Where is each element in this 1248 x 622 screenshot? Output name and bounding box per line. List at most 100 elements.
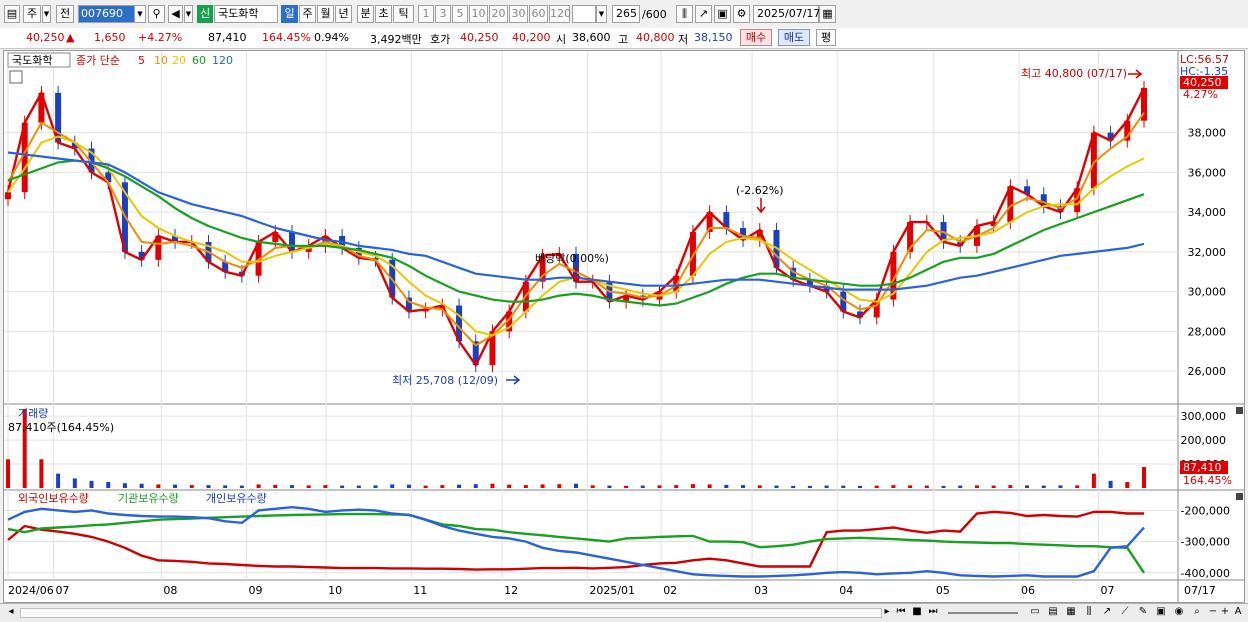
grid-icon[interactable]: ▦ — [1064, 605, 1078, 619]
x-axis-label: 07 — [1101, 584, 1115, 597]
scroll-left-icon[interactable]: ◂ — [4, 605, 18, 619]
minute-button-20[interactable]: 20 — [489, 5, 508, 23]
minute-button-3[interactable]: 3 — [435, 5, 451, 23]
date-input[interactable]: 2025/07/17 — [753, 5, 820, 23]
minute-button-120[interactable]: 120 — [549, 5, 571, 23]
tile-icon[interactable]: ▭ — [1028, 605, 1042, 619]
bar-count-input[interactable]: 265 — [612, 5, 640, 23]
plus-icon[interactable]: + — [1218, 605, 1232, 619]
volume-bar — [1091, 473, 1096, 488]
volume-bar — [507, 484, 512, 488]
minute-button-30[interactable]: 30 — [509, 5, 528, 23]
buy-button[interactable]: 매수 — [740, 29, 772, 46]
zoom-slider[interactable] — [948, 612, 1018, 614]
search-icon[interactable]: ⚲ — [148, 5, 165, 23]
last-page-icon[interactable]: ⏭ — [926, 605, 940, 619]
volume-bar — [290, 485, 294, 488]
panel-settings-icon[interactable] — [9, 70, 23, 84]
close-icon[interactable] — [1236, 407, 1243, 414]
volume-bar — [189, 485, 194, 488]
evaluate-button[interactable]: 평 — [816, 29, 836, 46]
ma-label: 종가 단순 — [76, 54, 120, 67]
period-type-select[interactable]: 주 — [23, 5, 41, 23]
volume-bar — [707, 484, 712, 488]
period-button-tick[interactable]: 틱 — [393, 5, 414, 23]
period-button-month[interactable]: 월 — [317, 5, 334, 23]
period-button-year[interactable]: 년 — [335, 5, 352, 23]
first-page-icon[interactable]: ⏮ — [894, 605, 908, 619]
volume-bar — [1041, 485, 1046, 488]
minute-button-1[interactable]: 1 — [418, 5, 434, 23]
volume-bar — [1108, 480, 1113, 488]
volume-bar — [908, 485, 913, 488]
save-icon[interactable]: ▣ — [1154, 605, 1168, 619]
candle-type-icon[interactable]: ⫼ — [676, 5, 693, 23]
period-button-day[interactable]: 일 — [281, 5, 298, 23]
volume-bar — [891, 485, 896, 488]
bar-total-label: /600 — [642, 8, 667, 21]
chevron-down-icon[interactable]: ▼ — [42, 5, 51, 23]
indicator-icon[interactable]: ↗ — [695, 5, 712, 23]
minute-button-10[interactable]: 10 — [469, 5, 488, 23]
volume-last-pct: 164.45% — [1183, 474, 1232, 487]
chevron-down-icon[interactable]: ▼ — [134, 5, 146, 23]
camera-icon[interactable]: ◉ — [1172, 605, 1186, 619]
volume-bar — [540, 484, 545, 488]
brush-icon[interactable]: ✎ — [1136, 605, 1150, 619]
volume-bar — [858, 485, 862, 488]
trend-icon[interactable]: ↗ — [1100, 605, 1114, 619]
volume-bar — [340, 485, 345, 488]
period-button-week[interactable]: 주 — [299, 5, 316, 23]
trade-amount: 3,492백만 — [370, 33, 422, 46]
period-button-minute[interactable]: 분 — [357, 5, 374, 23]
volume-bar — [173, 484, 178, 488]
volume-bar — [122, 483, 127, 488]
dividend-annotation: 배당락(0.00%) — [535, 252, 609, 265]
scroll-right-icon[interactable]: ▸ — [880, 605, 894, 619]
chevron-down-icon[interactable]: ▼ — [596, 5, 607, 23]
ma-period-10: 10 — [154, 54, 168, 67]
volume-bar — [106, 482, 111, 488]
price-y-tick: 26,000 — [1188, 365, 1227, 378]
prev-button[interactable]: 전 — [56, 5, 74, 23]
chart-icon[interactable]: ⫼ — [1082, 605, 1096, 619]
horizontal-scrollbar[interactable] — [20, 608, 882, 618]
volume-bar — [1058, 485, 1063, 488]
speaker-icon[interactable]: ◀ — [168, 5, 183, 23]
window-menu-icon[interactable]: ▤ — [4, 5, 20, 23]
volume-bar — [1125, 482, 1130, 488]
font-icon[interactable]: A — [1231, 605, 1245, 619]
chart-canvas[interactable]: 38,000 36,000 34,000 32,000 30,000 28,000 26,0… — [4, 51, 1244, 602]
price-change-pct: +4.27% — [138, 31, 183, 44]
stop-icon[interactable]: ■ — [910, 605, 924, 619]
last-pct-tag: 4.27% — [1183, 88, 1218, 101]
volume-bar — [39, 459, 44, 488]
gear-icon[interactable]: ⚙ — [733, 5, 750, 23]
layout-icon[interactable]: ▤ — [1046, 605, 1060, 619]
zoom-in-icon[interactable]: ⌕ — [1190, 605, 1204, 619]
volume-bar — [657, 485, 662, 488]
ma-period-120: 120 — [212, 54, 233, 67]
volume-ratio: 164.45% — [262, 31, 311, 44]
volume-bar — [523, 485, 528, 488]
draw-icon[interactable]: ⟋ — [1118, 605, 1132, 619]
period-button-second[interactable]: 초 — [375, 5, 392, 23]
custom-interval-field[interactable] — [572, 5, 596, 23]
chart-area[interactable]: 38,000 36,000 34,000 32,000 30,000 28,000 26,0… — [3, 50, 1245, 603]
minute-button-5[interactable]: 5 — [452, 5, 468, 23]
stock-name-field[interactable]: 국도화학 — [214, 5, 278, 23]
save-icon[interactable]: ▣ — [714, 5, 731, 23]
sell-button[interactable]: 매도 — [778, 29, 810, 46]
minute-button-60[interactable]: 60 — [529, 5, 548, 23]
close-icon[interactable] — [1236, 493, 1243, 500]
volume-bar — [273, 484, 278, 488]
stock-code-input[interactable]: 007690 — [78, 5, 136, 23]
calendar-icon[interactable]: ▦ — [819, 5, 836, 23]
chevron-down-icon[interactable]: ▼ — [184, 5, 193, 23]
x-axis-label: 12 — [504, 584, 518, 597]
ma-period-20: 20 — [172, 54, 186, 67]
volume-bar — [440, 485, 445, 488]
volume-bar — [490, 483, 495, 488]
volume-bar — [457, 484, 462, 488]
candle-body — [5, 192, 11, 200]
